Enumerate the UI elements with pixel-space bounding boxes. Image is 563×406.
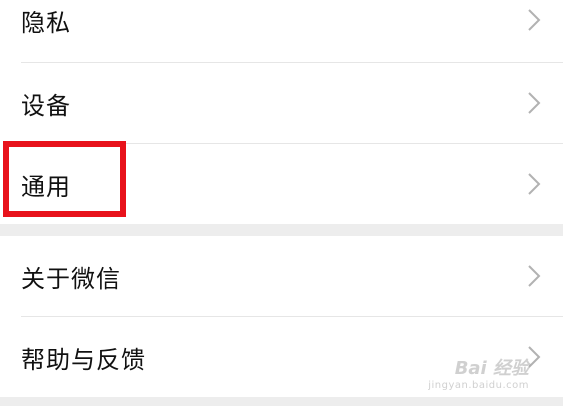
settings-item-label: 设备 <box>21 91 71 120</box>
chevron-right-icon <box>527 172 541 196</box>
settings-item-about-wechat[interactable]: 关于微信 <box>0 236 563 316</box>
settings-item-label: 关于微信 <box>21 264 121 293</box>
chevron-right-icon <box>527 8 541 32</box>
settings-item-label: 通用 <box>21 172 71 201</box>
chevron-right-icon <box>527 91 541 115</box>
settings-item-label: 隐私 <box>21 8 71 37</box>
settings-item-label: 帮助与反馈 <box>21 345 146 374</box>
chevron-right-icon <box>527 345 541 369</box>
settings-screen: 隐私 设备 通用 关于微信 帮助与反馈 Bai 经验 jingyan.baidu… <box>0 0 563 406</box>
settings-group-main: 隐私 设备 通用 <box>0 0 563 224</box>
settings-item-help-feedback[interactable]: 帮助与反馈 <box>0 317 563 397</box>
settings-group-about: 关于微信 帮助与反馈 <box>0 236 563 397</box>
settings-item-devices[interactable]: 设备 <box>0 63 563 143</box>
chevron-right-icon <box>527 264 541 288</box>
settings-item-general[interactable]: 通用 <box>0 144 563 224</box>
settings-item-privacy[interactable]: 隐私 <box>0 0 563 62</box>
section-gap <box>0 224 563 236</box>
